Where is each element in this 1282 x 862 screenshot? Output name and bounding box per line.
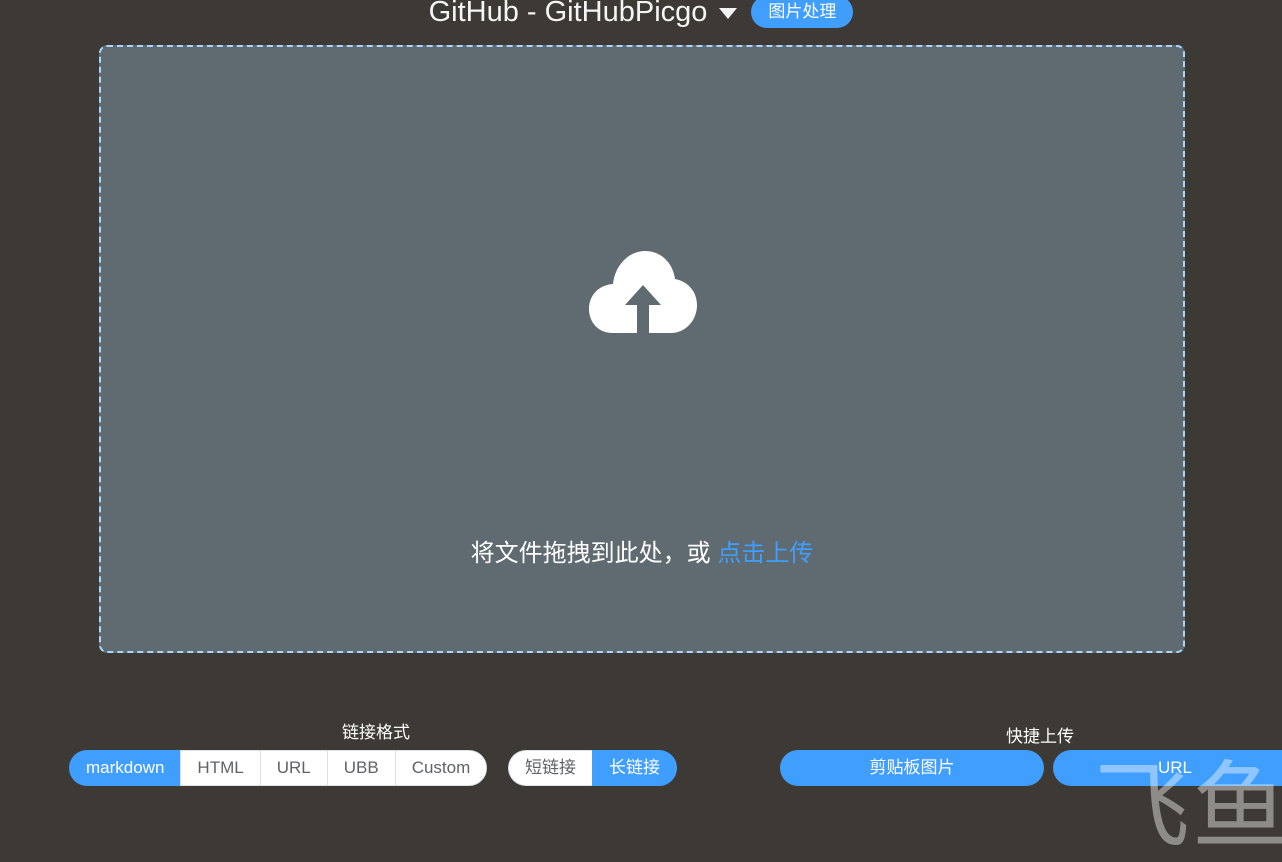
url-upload-button[interactable]: URL <box>1053 750 1282 786</box>
format-ubb[interactable]: UBB <box>326 750 395 786</box>
caret-down-icon <box>719 7 738 19</box>
link-format-label: 链接格式 <box>342 723 410 742</box>
dropzone-hint: 将文件拖拽到此处，或 点击上传 <box>101 533 1183 568</box>
format-custom[interactable]: Custom <box>394 750 488 786</box>
header: GitHub - GitHubPicgo 图片处理 <box>0 0 1282 30</box>
format-url[interactable]: URL <box>259 750 327 786</box>
link-length-group: 短链接 长链接 <box>508 750 677 786</box>
link-format-group: markdown HTML URL UBB Custom <box>69 750 488 786</box>
format-html[interactable]: HTML <box>180 750 260 786</box>
picbed-selector[interactable]: GitHub - GitHubPicgo <box>429 0 738 27</box>
long-link-option[interactable]: 长链接 <box>592 750 677 786</box>
cloud-upload-icon <box>589 251 697 333</box>
picbed-title: GitHub - GitHubPicgo <box>428 0 708 28</box>
quick-upload-label: 快捷上传 <box>1006 727 1074 746</box>
short-link-option[interactable]: 短链接 <box>508 750 592 786</box>
clipboard-upload-button[interactable]: 剪贴板图片 <box>780 750 1044 786</box>
image-process-button[interactable]: 图片处理 <box>751 0 854 28</box>
dropzone-text: 将文件拖拽到此处，或 <box>470 540 718 567</box>
format-markdown[interactable]: markdown <box>69 750 181 786</box>
upload-dropzone[interactable]: 将文件拖拽到此处，或 点击上传 <box>99 45 1185 653</box>
click-upload-link[interactable]: 点击上传 <box>717 540 813 567</box>
picgo-upload-page: GitHub - GitHubPicgo 图片处理 将文件拖拽到此处，或 点击上… <box>0 0 1282 862</box>
